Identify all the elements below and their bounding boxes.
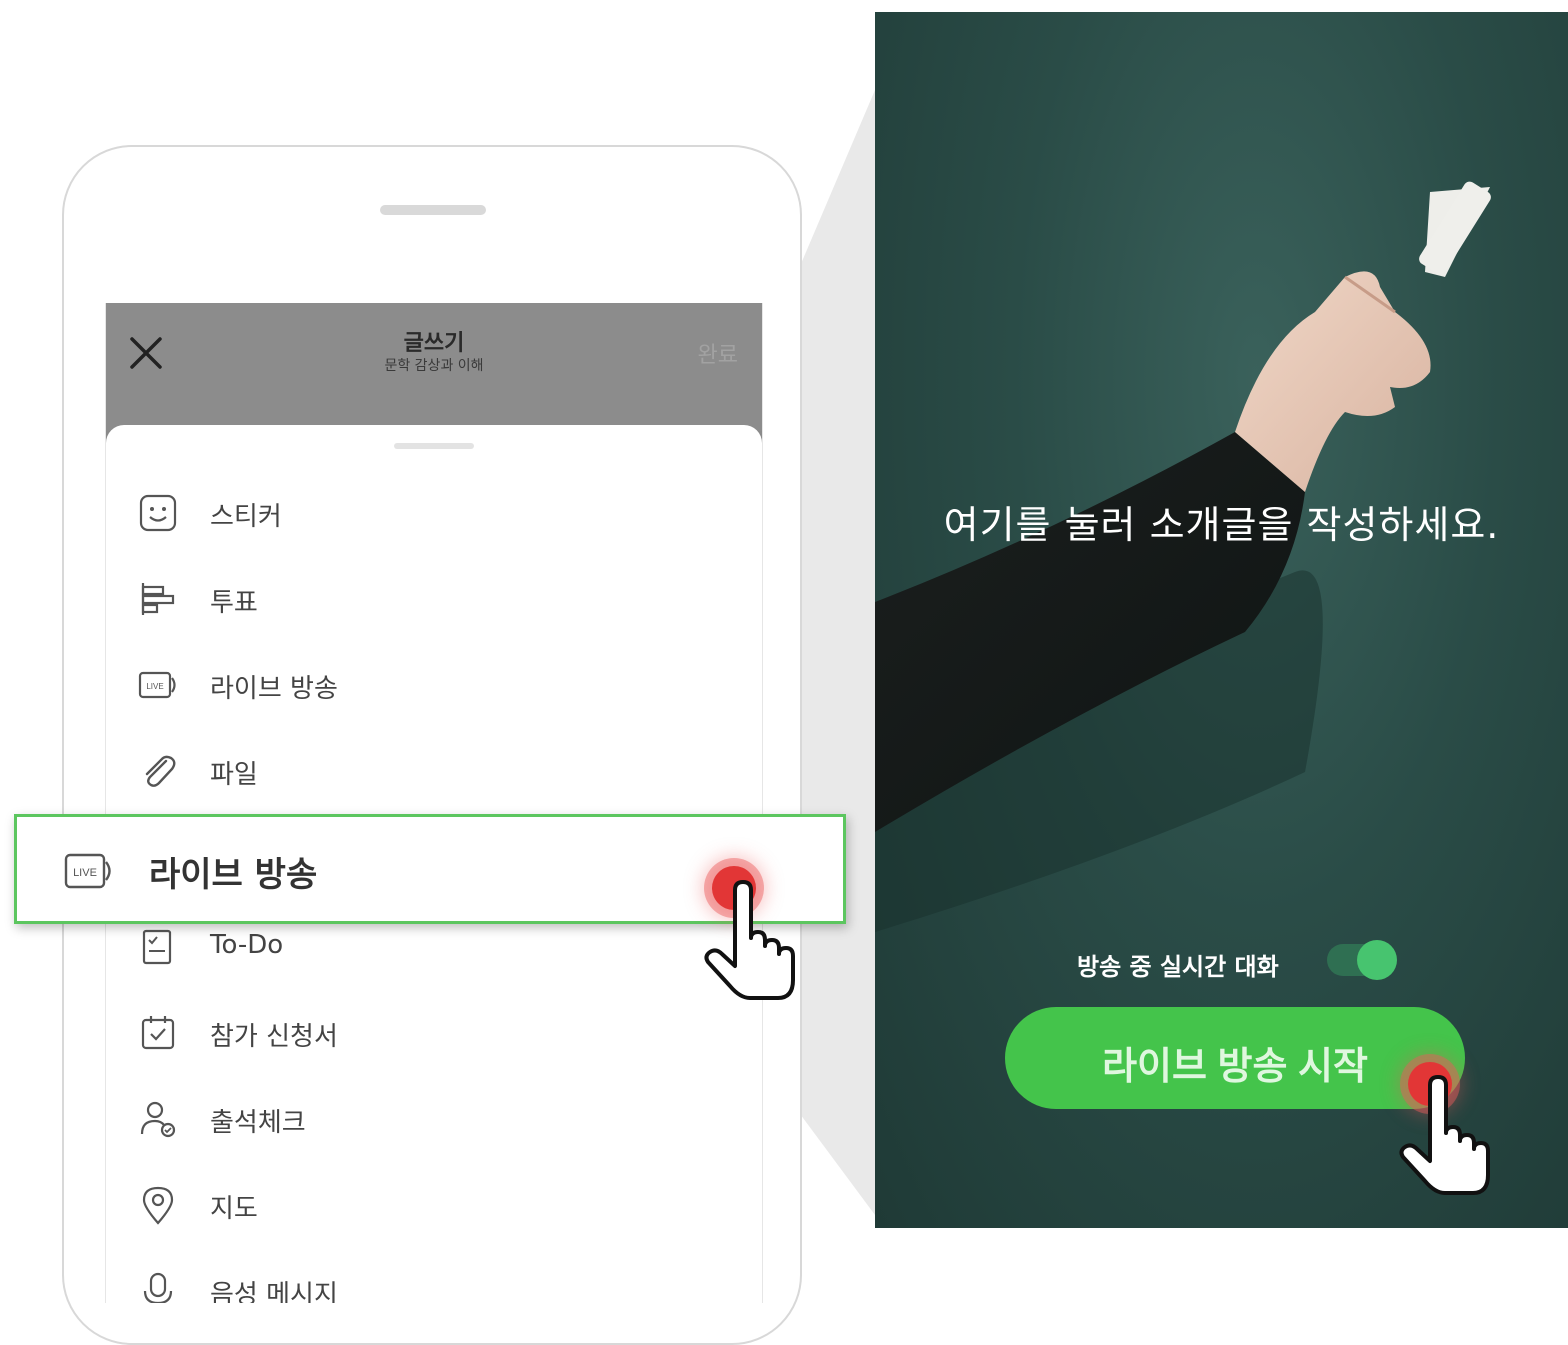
menu-item-attendance[interactable]: 출석체크 (106, 1076, 762, 1162)
phone-speaker (380, 205, 486, 215)
menu-item-voice[interactable]: 음성 메시지 (106, 1248, 762, 1303)
map-pin-icon (142, 1186, 174, 1225)
vote-icon (141, 583, 175, 615)
menu-item-application[interactable]: 참가 신청서 (106, 990, 762, 1076)
live-broadcast-panel: 여기를 눌러 소개글을 작성하세요. 방송 중 실시간 대화 라이브 방송 시작 (875, 12, 1568, 1228)
svg-text:LIVE: LIVE (146, 682, 163, 691)
menu-item-label: 참가 신청서 (210, 1022, 338, 1052)
menu-item-label: To-Do (210, 930, 284, 960)
menu-item-label: 음성 메시지 (210, 1280, 338, 1303)
sheet-handle[interactable] (394, 443, 474, 449)
attendance-icon (140, 1101, 176, 1138)
sticker-icon (139, 494, 177, 532)
toggle-knob (1357, 940, 1397, 980)
menu-item-label: 라이브 방송 (210, 674, 338, 704)
paperclip-icon (145, 755, 176, 787)
intro-text-placeholder[interactable]: 여기를 눌러 소개글을 작성하세요. (875, 494, 1568, 549)
menu-item-label: 출석체크 (210, 1108, 306, 1138)
voice-message-icon (143, 1272, 173, 1303)
menu-item-label: 파일 (210, 760, 258, 790)
menu-item-vote[interactable]: 투표 (106, 556, 762, 642)
phone-screen: 글쓰기 문학 감상과 이해 완료 스티커 투표 LIVE 라이브 방송 파일 T… (105, 303, 763, 1303)
pointer-hand-icon (1399, 1075, 1490, 1195)
live-icon: LIVE (64, 853, 111, 889)
menu-item-label: 투표 (210, 588, 258, 618)
live-chat-toggle-label: 방송 중 실시간 대화 (1077, 953, 1279, 981)
menu-item-map[interactable]: 지도 (106, 1162, 762, 1248)
menu-item-sticker[interactable]: 스티커 (106, 470, 762, 556)
app-header: 글쓰기 문학 감상과 이해 완료 (106, 303, 762, 431)
svg-text:LIVE: LIVE (73, 867, 97, 879)
todo-icon (142, 929, 172, 965)
live-icon: LIVE (138, 671, 176, 699)
done-button[interactable]: 완료 (698, 337, 738, 369)
highlighted-item-label: 라이브 방송 (149, 855, 318, 895)
page-title: 글쓰기 (403, 331, 465, 356)
live-chat-toggle[interactable] (1327, 940, 1397, 980)
application-form-icon (141, 1016, 175, 1050)
menu-item-file[interactable]: 파일 (106, 728, 762, 814)
menu-item-label: 스티커 (210, 502, 282, 532)
pointer-hand-icon (704, 880, 795, 1000)
page-subtitle: 문학 감상과 이해 (384, 358, 484, 374)
menu-item-label: 지도 (210, 1194, 258, 1224)
menu-item-live[interactable]: LIVE 라이브 방송 (106, 642, 762, 728)
